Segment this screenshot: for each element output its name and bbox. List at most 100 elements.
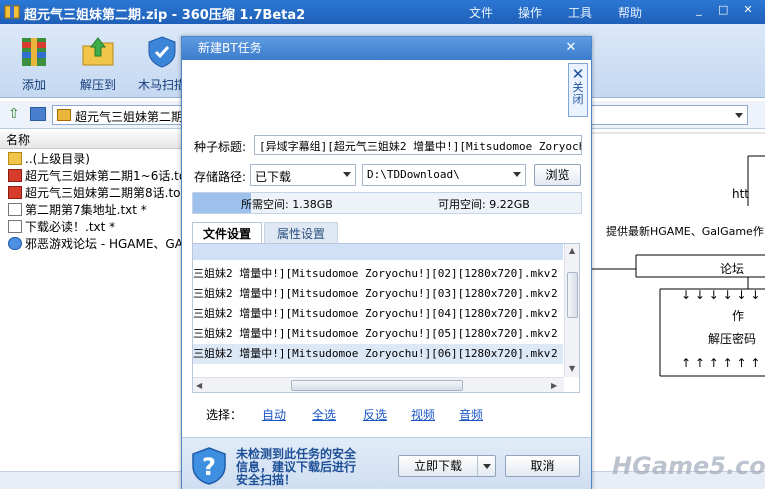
add-archive-icon	[22, 38, 46, 66]
file-index: 2	[551, 287, 558, 300]
chevron-down-icon[interactable]	[735, 113, 743, 118]
download-now-label: 立即下载	[413, 459, 462, 473]
file-name: 三姐妹2 增量中!][Mitsudomoe Zoryochu!][02][128…	[193, 267, 551, 280]
text-file-icon	[8, 203, 22, 216]
preview-text-5: 解压密码	[708, 332, 757, 346]
tab-property-settings[interactable]: 属性设置	[264, 222, 338, 244]
list-item[interactable]: 下载必读！.txt *	[8, 219, 115, 236]
app-titlebar: 超元气三姐妹第二期.zip - 360压缩 1.7Beta2 文件 操作 工具 …	[0, 0, 765, 24]
file-index: 2	[551, 327, 558, 340]
extract-button[interactable]: 解压到	[68, 34, 128, 93]
column-header-name[interactable]: 名称	[0, 131, 185, 149]
dialog-footer: ? 未检测到此任务的安全信息，建议下载后进行安全扫描！ 立即下载 取消	[182, 437, 591, 489]
save-path-value: D:\TDDownload\	[367, 168, 460, 181]
file-name: 三姐妹2 增量中!][Mitsudomoe Zoryochu!][04][128…	[193, 307, 551, 320]
minimize-icon[interactable]: _	[694, 4, 704, 15]
close-icon[interactable]: ✕	[743, 4, 753, 15]
new-bt-task-dialog: 新建BT任务 ✕ ✕ 关闭 种子标题: [异域字幕组][超元气三姐妹2 增量中!…	[181, 36, 592, 489]
list-header	[193, 244, 563, 260]
torrent-icon	[8, 186, 22, 199]
scroll-up-icon[interactable]: ▲	[569, 246, 575, 255]
scroll-left-icon[interactable]: ◀	[196, 381, 202, 390]
dialog-tabs: 文件设置 属性设置	[192, 222, 582, 244]
scroll-right-icon[interactable]: ▶	[551, 381, 557, 390]
preview-text-1: htt	[732, 187, 750, 201]
path-category-select[interactable]: 已下载	[250, 164, 356, 186]
preview-text-3: 论坛	[720, 262, 745, 276]
required-space: 所需空间: 1.38GB	[241, 198, 333, 211]
select-label: 选择：	[206, 408, 243, 422]
table-row[interactable]: 三姐妹2 增量中!][Mitsudomoe Zoryochu!][05][128…	[193, 324, 563, 344]
file-name: ..(上级目录)	[25, 152, 90, 166]
vertical-scrollbar[interactable]: ▲ ▼	[564, 244, 579, 377]
tab-file-settings[interactable]: 文件设置	[192, 222, 262, 244]
add-button[interactable]: 添加	[4, 34, 64, 93]
file-index: 2	[551, 307, 558, 320]
file-name: 三姐妹2 增量中!][Mitsudomoe Zoryochu!][06][128…	[193, 347, 551, 360]
view-icon[interactable]	[30, 107, 46, 121]
chevron-down-icon	[483, 464, 491, 469]
list-item[interactable]: 第二期第7集地址.txt *	[8, 202, 147, 219]
save-path-select[interactable]: D:\TDDownload\	[362, 164, 526, 186]
select-video-link[interactable]: 视频	[411, 406, 435, 423]
extract-folder-icon	[82, 37, 114, 66]
address-text: 超元气三姐妹第二期	[75, 110, 184, 124]
side-close-label: 关闭	[572, 81, 584, 106]
horizontal-scrollbar[interactable]: ◀ ▶	[193, 377, 564, 392]
download-options-dropdown[interactable]	[477, 456, 495, 476]
file-index: 2	[551, 347, 558, 360]
file-name: 第二期第7集地址.txt *	[25, 203, 147, 217]
scroll-down-icon[interactable]: ▼	[569, 364, 575, 373]
table-row[interactable]: 三姐妹2 增量中!][Mitsudomoe Zoryochu!][03][128…	[193, 284, 563, 304]
preview-text-4: 作	[732, 309, 745, 323]
menu-tools[interactable]: 工具	[568, 4, 592, 21]
add-label: 添加	[21, 78, 46, 92]
svg-text:?: ?	[202, 453, 216, 481]
security-warning: 未检测到此任务的安全信息，建议下载后进行安全扫描！	[236, 447, 357, 487]
cancel-button[interactable]: 取消	[505, 455, 580, 477]
file-name: 三姐妹2 增量中!][Mitsudomoe Zoryochu!][03][128…	[193, 287, 551, 300]
chevron-down-icon	[343, 172, 351, 177]
file-index: 2	[551, 267, 558, 280]
table-row-selected[interactable]: 三姐妹2 增量中!][Mitsudomoe Zoryochu!][06][128…	[193, 344, 563, 364]
extract-label: 解压到	[79, 78, 116, 92]
menu-operation[interactable]: 操作	[518, 4, 542, 21]
torrent-file-list: 三姐妹2 增量中!][Mitsudomoe Zoryochu!][02][128…	[192, 243, 580, 393]
torrent-title-label: 种子标题:	[194, 140, 247, 154]
svg-text:↑ ↑ ↑ ↑ ↑ ↑ ↑: ↑ ↑ ↑ ↑ ↑ ↑ ↑	[681, 356, 765, 370]
list-item[interactable]: ..(上级目录)	[8, 151, 90, 168]
archive-small-icon	[57, 109, 71, 121]
table-row[interactable]: 三姐妹2 增量中!][Mitsudomoe Zoryochu!][02][128…	[193, 264, 563, 284]
select-all-link[interactable]: 全选	[312, 406, 336, 423]
scroll-thumb[interactable]	[567, 272, 578, 318]
select-auto-link[interactable]: 自动	[262, 406, 286, 423]
preview-text-2: 提供最新HGAME、GalGame作	[606, 225, 764, 238]
select-audio-link[interactable]: 音频	[459, 406, 483, 423]
maximize-icon[interactable]: □	[718, 4, 728, 15]
torrent-icon	[8, 169, 22, 182]
preview-diagram: ↓ ↓ ↓ ↓ ↓ ↓ ↓ ↑ ↑ ↑ ↑ ↑ ↑ ↑	[590, 132, 765, 377]
folder-up-icon	[8, 152, 22, 165]
browse-button[interactable]: 浏览	[534, 164, 581, 186]
up-arrow-icon[interactable]: ⇧	[8, 107, 20, 121]
web-link-icon	[8, 237, 22, 250]
watermark: HGame5.com	[612, 452, 765, 480]
menu-help[interactable]: 帮助	[618, 4, 642, 21]
dialog-close-icon[interactable]: ✕	[564, 41, 578, 55]
dialog-title: 新建BT任务	[182, 37, 591, 60]
select-invert-link[interactable]: 反选	[363, 406, 387, 423]
download-now-button[interactable]: 立即下载	[398, 455, 496, 477]
file-list: 名称 ..(上级目录) 超元气三姐妹第二期1~6话.torrent 超元气三姐妹…	[0, 131, 225, 471]
svg-text:↓ ↓ ↓ ↓ ↓ ↓ ↓: ↓ ↓ ↓ ↓ ↓ ↓ ↓	[681, 288, 765, 302]
side-close-button[interactable]: ✕ 关闭	[568, 63, 588, 117]
archive-icon	[4, 5, 20, 19]
scan-label: 木马扫描	[137, 78, 186, 92]
scroll-thumb[interactable]	[291, 380, 463, 391]
list-item[interactable]: 超元气三姐妹第二期第8话.torrent	[8, 185, 210, 202]
available-space: 可用空间: 9.22GB	[438, 198, 530, 211]
path-category-value: 已下载	[255, 170, 292, 184]
menu-file[interactable]: 文件	[469, 4, 493, 21]
torrent-title-field[interactable]: [异域字幕组][超元气三姐妹2 增量中!][Mitsudomoe Zoryoch…	[254, 135, 582, 155]
preview-pane: ↓ ↓ ↓ ↓ ↓ ↓ ↓ ↑ ↑ ↑ ↑ ↑ ↑ ↑ htt 提供最新HGAM…	[590, 131, 765, 471]
table-row[interactable]: 三姐妹2 增量中!][Mitsudomoe Zoryochu!][04][128…	[193, 304, 563, 324]
